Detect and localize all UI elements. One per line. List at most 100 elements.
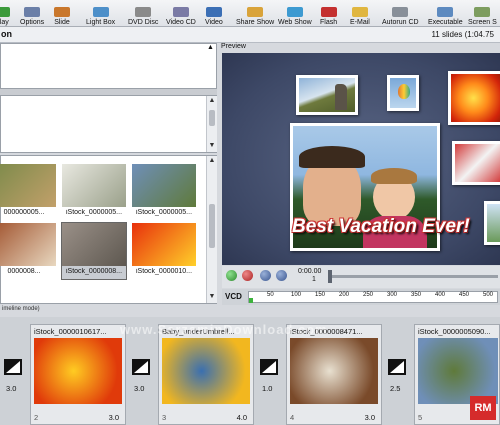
vcd-label: VCD [225,292,242,301]
thumbnail-image [132,164,196,207]
toolbar-button-autorun-cd[interactable]: Autorun CD [382,1,419,26]
library-thumbnail[interactable]: 0000008... [0,223,56,279]
toolbar-label: Light Box [86,19,116,26]
thumbnail-image [0,223,56,266]
capacity-fill [249,298,253,303]
time-current: 0:00.00 [298,268,322,275]
toolbar-button-share-show[interactable]: Share Show [236,1,274,26]
rewind-icon[interactable] [260,270,271,281]
preview-stage: Best Vacation Ever! [222,53,500,265]
thumbnail-label: iStock_0000005... [65,209,123,216]
collapse-arrow-icon[interactable]: ▲ [205,44,216,54]
time-display: 0:00.00 1 [298,268,321,284]
library-thumbnail[interactable]: 000000005... [0,164,56,220]
thumbnail-label: 000000005... [3,209,45,216]
toolbar-icon [247,7,264,17]
toolbar-button-options[interactable]: Options [20,1,44,26]
transition-icon[interactable] [260,359,278,375]
seek-handle[interactable] [328,270,332,283]
toolbar-button-play[interactable]: Play [0,1,10,26]
scroll-thumb[interactable] [209,110,215,126]
forward-icon[interactable] [276,270,287,281]
stop-icon[interactable] [242,270,253,281]
ruler-tick-label: 300 [387,292,398,298]
thumbnail-image [62,223,126,266]
toolbar-icon [392,7,409,17]
storyboard-slide[interactable]: iStock_0000008471... 4 3.0 [286,324,382,425]
ruler-tick-label: 500 [483,292,494,298]
toolbar-button-web-show[interactable]: Web Show [278,1,312,26]
file-list-panel[interactable]: ▲ ▼ [0,95,217,153]
thumbnail-label: iStock_0000010... [135,268,193,275]
thumbnail-image [62,164,126,207]
scroll-thumb[interactable] [209,204,215,248]
scroll-up-icon[interactable]: ▲ [207,156,217,166]
library-thumbnail[interactable]: iStock_0000008... [61,222,127,280]
slide-number: 4 [290,413,295,422]
toolbar-icon [437,7,454,17]
toolbar-button-screen-s[interactable]: Screen S [468,1,497,26]
slide-number: 3 [162,413,167,422]
toolbar-button-slide[interactable]: Slide [54,1,70,26]
toolbar-label: Play [0,19,9,26]
slide-duration: 4.0 [236,413,247,422]
library-thumbnail[interactable]: iStock_0000005... [62,164,126,220]
storyboard-slide[interactable]: iStock_0000010617... 2 3.0 [30,324,126,425]
preview-header: Preview [218,43,500,53]
toolbar-icon [92,7,109,17]
ruler-tick-label: 100 [291,292,302,298]
slide-number: 5 [418,413,423,422]
ruler-tick-label: 50 [267,292,274,298]
watermark: www.SarzaminDownload.com [120,322,328,337]
toolbar-button-video-cd[interactable]: Video CD [166,1,196,26]
library-thumbnail[interactable]: iStock_0000005... [132,164,196,220]
toolbar-label: Video [205,19,223,26]
toolbar-button-video[interactable]: Video [205,1,223,26]
folder-tree-panel[interactable] [0,43,217,89]
scroll-up-icon[interactable]: ▲ [207,96,217,106]
slide-number: 2 [34,413,39,422]
slide-image [34,338,122,404]
scroll-down-icon[interactable]: ▼ [207,141,217,151]
toolbar-label: Web Show [278,19,312,26]
slide-image [162,338,250,404]
thumbnail-scrollbar[interactable]: ▲ ▼ [206,156,217,303]
slide-image [290,338,378,404]
scroll-down-icon[interactable]: ▼ [207,292,217,302]
photo-stone-landscape [296,75,358,115]
toolbar-button-flash[interactable]: Flash [320,1,337,26]
slide-duration: 3.0 [364,413,375,422]
ruler-tick-label: 350 [411,292,422,298]
photo-balloon [387,75,419,111]
ruler-tick-label: 450 [459,292,470,298]
photo-flower [448,71,500,125]
transition-duration: 2.5 [390,384,401,393]
transition-icon[interactable] [4,359,22,375]
toolbar-label: Slide [54,19,70,26]
toolbar-label: Share Show [236,19,275,26]
thumbnail-image [0,164,56,207]
toolbar-icon [24,7,41,17]
ruler-tick-label: 400 [435,292,446,298]
project-titlebar: on 11 slides (1:04.75 [0,27,500,43]
transition-duration: 3.0 [6,384,17,393]
slide-name: iStock_0000005090... [418,327,491,336]
ruler-tick-label: 250 [363,292,374,298]
library-thumbnail[interactable]: iStock_0000010... [132,223,196,279]
toolbar-button-dvd-disc[interactable]: DVD Disc [128,1,158,26]
toolbar-label: Options [20,19,45,26]
transition-duration: 3.0 [134,384,145,393]
storyboard-slide[interactable]: Baby_underUmbrell... 3 4.0 [158,324,254,425]
toolbar-button-executable[interactable]: Executable [428,1,463,26]
slide-image [418,338,498,404]
toolbar-button-e-mail[interactable]: E-Mail [350,1,370,26]
file-list-scrollbar[interactable]: ▲ ▼ [206,96,217,152]
toolbar-icon [205,7,222,17]
seek-slider[interactable] [328,270,498,283]
transition-icon[interactable] [132,359,150,375]
transition-icon[interactable] [388,359,406,375]
toolbar-button-light-box[interactable]: Light Box [86,1,115,26]
toolbar-icon [54,7,70,17]
toolbar-label: Executable [428,19,463,26]
play-icon[interactable] [226,270,237,281]
